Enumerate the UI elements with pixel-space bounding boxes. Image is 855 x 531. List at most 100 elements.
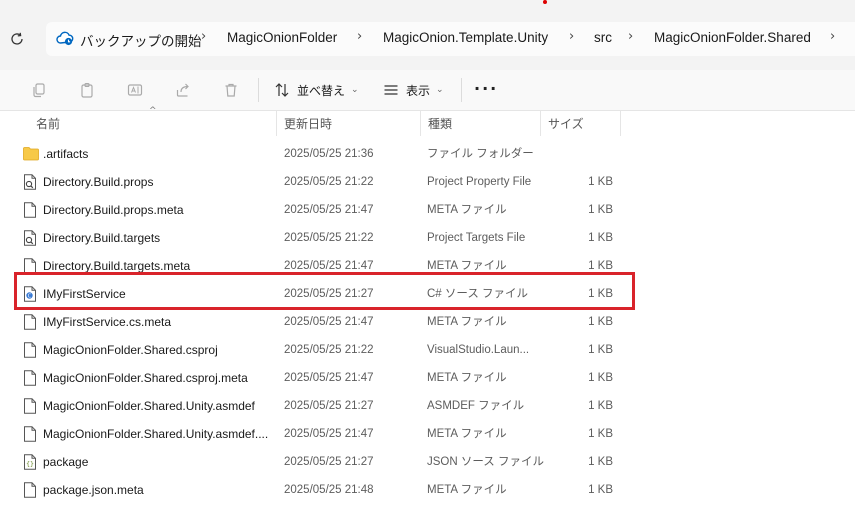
breadcrumb-item[interactable]: MagicOnionFolder.Shared	[654, 30, 811, 45]
file-modified: 2025/05/25 21:47	[284, 204, 374, 216]
file-name: package	[43, 455, 89, 469]
file-row[interactable]: package.json.meta 2025/05/25 21:48 META ファ…	[0, 476, 855, 504]
file-size: 1 KB	[588, 400, 613, 412]
file-row[interactable]: Directory.Build.props 2025/05/25 21:22 Pro…	[0, 168, 855, 196]
file-type: VisualStudio.Laun...	[427, 344, 530, 356]
file-row[interactable]: Directory.Build.props.meta 2025/05/25 21:…	[0, 196, 855, 224]
file-type: META ファイル	[427, 316, 507, 328]
file-size: 1 KB	[588, 316, 613, 328]
command-bar: 並べ替え ⌄ 表示 ⌄ ···	[0, 70, 855, 111]
file-name: Directory.Build.props	[43, 175, 154, 189]
breadcrumb-item[interactable]: MagicOnion.Template.Unity	[383, 30, 548, 45]
rename-button[interactable]	[124, 79, 146, 101]
file-row[interactable]: MagicOnionFolder.Shared.csproj.meta 2025/…	[0, 364, 855, 392]
file-name: MagicOnionFolder.Shared.Unity.asmdef	[43, 399, 255, 413]
trash-icon	[225, 83, 237, 97]
file-row[interactable]: {} package 2025/05/25 21:27 JSON ソース ファイル 1 …	[0, 448, 855, 476]
address-bar-row: バックアップの開始 › MagicOnionFolder › MagicOnio…	[0, 0, 855, 70]
file-type: Project Targets File	[427, 232, 526, 244]
file-name: Directory.Build.props.meta	[43, 203, 184, 217]
folder-icon	[23, 146, 39, 162]
file-modified: 2025/05/25 21:22	[284, 344, 374, 356]
file-size	[560, 140, 613, 168]
file-type: META ファイル	[427, 372, 507, 384]
more-options-button[interactable]: ···	[474, 79, 498, 98]
delete-button[interactable]	[220, 79, 242, 101]
column-divider[interactable]	[620, 110, 621, 136]
project-file-icon	[23, 174, 37, 190]
sort-button[interactable]: 並べ替え ⌄	[274, 79, 359, 101]
file-size: 1 KB	[588, 344, 613, 356]
file-type: ファイル フォルダー	[427, 148, 534, 160]
file-size: 1 KB	[588, 204, 613, 216]
rename-icon	[127, 84, 143, 96]
file-modified: 2025/05/25 21:27	[284, 400, 374, 412]
file-type: META ファイル	[427, 484, 507, 496]
file-size: 1 KB	[588, 484, 613, 496]
toolbar-divider	[258, 78, 259, 102]
svg-text:{}: {}	[26, 460, 34, 468]
refresh-button[interactable]	[6, 28, 28, 50]
file-icon	[23, 342, 37, 358]
copy-icon	[33, 83, 45, 98]
sort-label: 並べ替え	[297, 83, 346, 98]
file-name: package.json.meta	[43, 483, 144, 497]
chevron-right-icon[interactable]: ›	[357, 29, 362, 44]
chevron-down-icon: ⌄	[351, 85, 359, 95]
file-type: JSON ソース ファイル	[427, 456, 544, 468]
file-name: .artifacts	[43, 147, 89, 161]
file-row[interactable]: MagicOnionFolder.Shared.Unity.asmdef....…	[0, 420, 855, 448]
sort-ascending-icon: ^	[149, 106, 157, 116]
file-icon	[23, 482, 37, 498]
file-row[interactable]: MagicOnionFolder.Shared.csproj 2025/05/25…	[0, 336, 855, 364]
file-modified: 2025/05/25 21:22	[284, 232, 374, 244]
chevron-right-icon[interactable]: ›	[201, 29, 206, 44]
chevron-right-icon[interactable]: ›	[628, 29, 633, 44]
column-header-type[interactable]: 種類	[420, 110, 540, 136]
breadcrumb-item[interactable]: MagicOnionFolder	[227, 30, 337, 45]
chevron-right-icon[interactable]: ›	[569, 29, 574, 44]
notification-dot	[543, 0, 547, 4]
view-label: 表示	[406, 83, 431, 98]
breadcrumb-item[interactable]: バックアップの開始	[80, 30, 202, 50]
file-modified: 2025/05/25 21:47	[284, 316, 374, 328]
file-name: IMyFirstService.cs.meta	[43, 315, 172, 329]
share-button[interactable]	[172, 79, 194, 101]
paste-button[interactable]	[76, 79, 98, 101]
file-row[interactable]: .artifacts 2025/05/25 21:36 ファイル フォルダー	[0, 140, 855, 168]
json-file-icon: {}	[23, 454, 37, 470]
file-modified: 2025/05/25 21:48	[284, 484, 374, 496]
view-list-icon	[384, 85, 398, 95]
view-button[interactable]: 表示 ⌄	[383, 79, 444, 101]
chevron-right-icon[interactable]: ›	[830, 29, 835, 44]
toolbar-divider	[461, 78, 462, 102]
file-type: META ファイル	[427, 428, 507, 440]
file-name: MagicOnionFolder.Shared.Unity.asmdef....	[43, 427, 269, 441]
address-bar[interactable]: バックアップの開始 › MagicOnionFolder › MagicOnio…	[46, 22, 855, 56]
breadcrumb-item[interactable]: src	[594, 30, 612, 45]
file-icon	[23, 426, 37, 442]
file-modified: 2025/05/25 21:22	[284, 176, 374, 188]
file-modified: 2025/05/25 21:36	[284, 148, 374, 160]
cloud-backup-icon	[56, 30, 74, 50]
file-type: Project Property File	[427, 176, 532, 188]
file-row[interactable]: MagicOnionFolder.Shared.Unity.asmdef 2025…	[0, 392, 855, 420]
paste-icon	[81, 82, 93, 98]
file-row[interactable]: Directory.Build.targets 2025/05/25 21:22 P…	[0, 224, 855, 252]
column-header-size[interactable]: サイズ	[540, 110, 620, 136]
file-list: .artifacts 2025/05/25 21:36 ファイル フォルダー Dire…	[0, 140, 855, 504]
chevron-down-icon: ⌄	[436, 85, 444, 95]
column-header-modified[interactable]: 更新日時	[276, 110, 420, 136]
file-modified: 2025/05/25 21:47	[284, 428, 374, 440]
file-size: 1 KB	[588, 456, 613, 468]
file-modified: 2025/05/25 21:47	[284, 372, 374, 384]
file-row[interactable]: IMyFirstService.cs.meta 2025/05/25 21:47 M…	[0, 308, 855, 336]
file-size: 1 KB	[588, 428, 613, 440]
file-size: 1 KB	[588, 372, 613, 384]
file-name: MagicOnionFolder.Shared.csproj	[43, 343, 218, 357]
sort-icon	[275, 83, 289, 97]
file-size: 1 KB	[588, 232, 613, 244]
share-icon	[176, 83, 189, 97]
highlight-annotation	[14, 272, 635, 310]
copy-button[interactable]	[28, 79, 50, 101]
